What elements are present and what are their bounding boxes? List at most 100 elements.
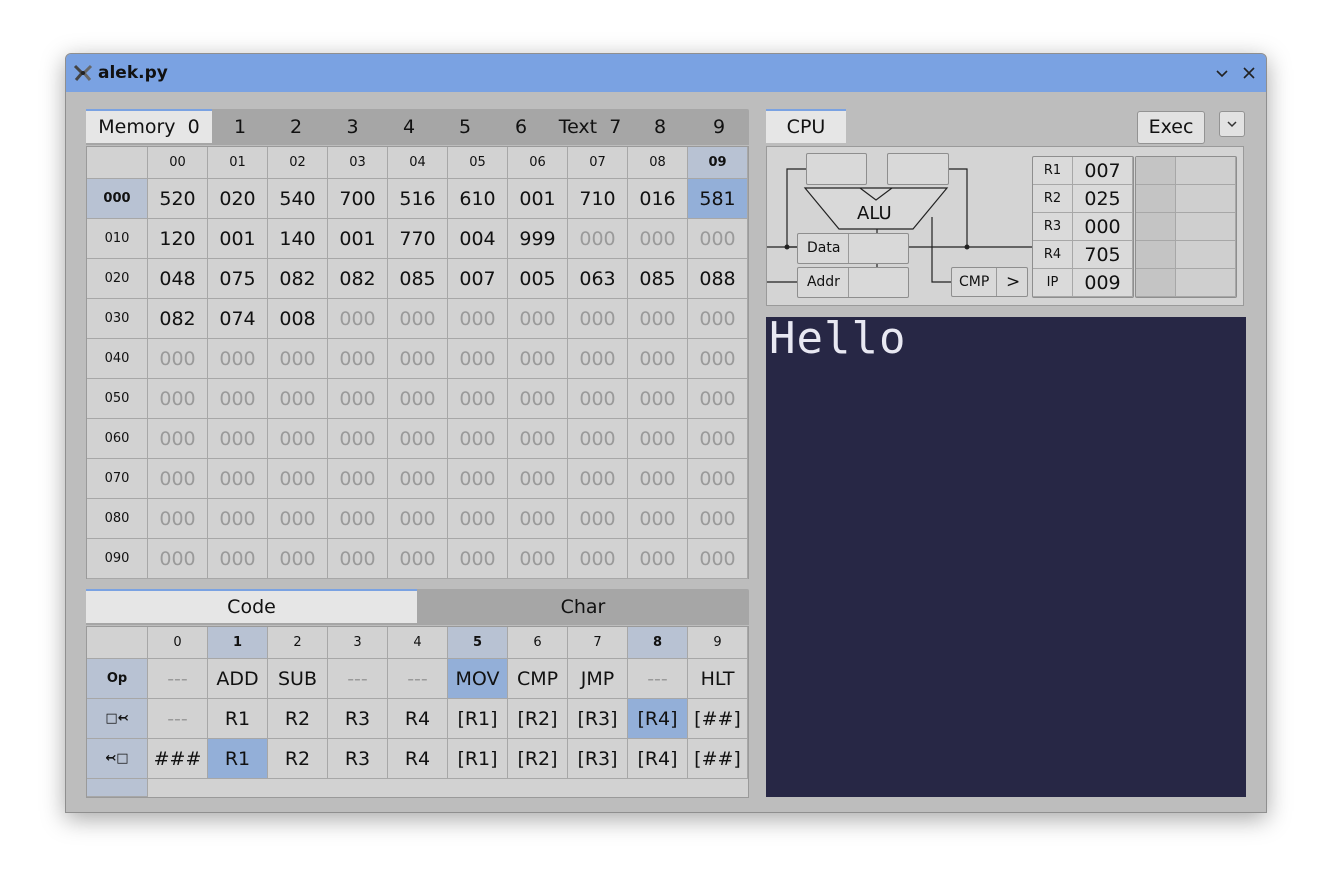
memory-cell[interactable]: 048 xyxy=(148,259,208,299)
memory-cell[interactable]: 000 xyxy=(448,419,508,459)
memory-cell[interactable]: 000 xyxy=(328,459,388,499)
close-icon[interactable] xyxy=(1239,63,1259,83)
memory-cell[interactable]: 075 xyxy=(208,259,268,299)
memory-cell[interactable]: 000 xyxy=(508,299,568,339)
memory-cell[interactable]: 000 xyxy=(688,459,748,499)
memory-cell[interactable]: 000 xyxy=(448,499,508,539)
code-cell[interactable]: R1 xyxy=(208,699,268,739)
memory-cell[interactable]: 000 xyxy=(148,499,208,539)
memory-cell[interactable]: 000 xyxy=(628,299,688,339)
code-cell[interactable]: --- xyxy=(148,659,208,699)
memory-cell[interactable]: 000 xyxy=(628,419,688,459)
memory-cell[interactable]: 000 xyxy=(628,379,688,419)
memory-cell[interactable]: 085 xyxy=(628,259,688,299)
tab-memory-1[interactable]: 1 xyxy=(212,109,268,143)
memory-cell[interactable]: 000 xyxy=(508,379,568,419)
code-cell[interactable]: SUB xyxy=(268,659,328,699)
memory-cell[interactable]: 000 xyxy=(148,459,208,499)
memory-cell[interactable]: 520 xyxy=(148,179,208,219)
memory-cell[interactable]: 001 xyxy=(328,219,388,259)
memory-cell[interactable]: 000 xyxy=(148,339,208,379)
memory-cell[interactable]: 000 xyxy=(388,299,448,339)
memory-cell[interactable]: 516 xyxy=(388,179,448,219)
memory-cell[interactable]: 000 xyxy=(448,379,508,419)
memory-cell[interactable]: 000 xyxy=(568,539,628,579)
memory-cell[interactable]: 000 xyxy=(388,339,448,379)
code-cell[interactable]: R2 xyxy=(268,739,328,779)
code-cell[interactable]: ADD xyxy=(208,659,268,699)
memory-cell[interactable]: 000 xyxy=(268,499,328,539)
code-cell[interactable]: [##] xyxy=(688,699,748,739)
memory-cell[interactable]: 000 xyxy=(628,459,688,499)
memory-cell[interactable]: 000 xyxy=(328,499,388,539)
memory-cell[interactable]: 999 xyxy=(508,219,568,259)
memory-cell[interactable]: 000 xyxy=(628,339,688,379)
exec-dropdown-button[interactable] xyxy=(1219,111,1245,137)
code-cell[interactable]: [R3] xyxy=(568,739,628,779)
memory-cell[interactable]: 000 xyxy=(268,539,328,579)
memory-cell[interactable]: 082 xyxy=(148,299,208,339)
code-cell[interactable]: [R2] xyxy=(508,739,568,779)
memory-cell[interactable]: 000 xyxy=(568,459,628,499)
code-cell[interactable]: --- xyxy=(148,699,208,739)
code-cell[interactable]: [R2] xyxy=(508,699,568,739)
code-cell[interactable]: R3 xyxy=(328,699,388,739)
tab-memory-5[interactable]: 5 xyxy=(437,109,493,143)
code-cell[interactable]: --- xyxy=(628,659,688,699)
code-cell[interactable]: JMP xyxy=(568,659,628,699)
memory-cell[interactable]: 008 xyxy=(268,299,328,339)
code-cell[interactable]: [##] xyxy=(688,739,748,779)
memory-cell[interactable]: 000 xyxy=(448,299,508,339)
register-value[interactable]: 025 xyxy=(1073,185,1133,213)
memory-cell[interactable]: 000 xyxy=(448,539,508,579)
memory-cell[interactable]: 000 xyxy=(688,419,748,459)
code-cell[interactable]: R3 xyxy=(328,739,388,779)
memory-cell[interactable]: 000 xyxy=(208,499,268,539)
memory-cell[interactable]: 000 xyxy=(208,339,268,379)
memory-cell[interactable]: 088 xyxy=(688,259,748,299)
memory-cell[interactable]: 000 xyxy=(568,499,628,539)
memory-cell[interactable]: 000 xyxy=(268,339,328,379)
memory-cell[interactable]: 020 xyxy=(208,179,268,219)
memory-cell[interactable]: 000 xyxy=(688,379,748,419)
memory-cell[interactable]: 000 xyxy=(628,219,688,259)
code-cell[interactable]: [R3] xyxy=(568,699,628,739)
memory-cell[interactable]: 000 xyxy=(328,539,388,579)
memory-cell[interactable]: 000 xyxy=(568,419,628,459)
register-value[interactable]: 007 xyxy=(1073,157,1133,185)
memory-cell[interactable]: 000 xyxy=(328,379,388,419)
memory-cell[interactable]: 000 xyxy=(388,499,448,539)
exec-button[interactable]: Exec xyxy=(1137,111,1205,144)
code-cell[interactable]: [R1] xyxy=(448,739,508,779)
code-cell[interactable]: MOV xyxy=(448,659,508,699)
minimize-icon[interactable] xyxy=(1212,63,1232,83)
memory-cell[interactable]: 000 xyxy=(268,419,328,459)
code-cell[interactable]: R2 xyxy=(268,699,328,739)
memory-cell[interactable]: 000 xyxy=(448,459,508,499)
memory-cell[interactable]: 000 xyxy=(688,539,748,579)
register-value[interactable]: 009 xyxy=(1073,269,1133,297)
tab-memory-2[interactable]: 2 xyxy=(268,109,324,143)
memory-cell[interactable]: 000 xyxy=(268,459,328,499)
register-value[interactable]: 705 xyxy=(1073,241,1133,269)
code-cell[interactable]: R4 xyxy=(388,739,448,779)
memory-cell[interactable]: 000 xyxy=(208,459,268,499)
register-value[interactable]: 000 xyxy=(1073,213,1133,241)
memory-cell[interactable]: 581 xyxy=(688,179,748,219)
memory-cell[interactable]: 001 xyxy=(508,179,568,219)
memory-cell[interactable]: 000 xyxy=(328,419,388,459)
code-cell[interactable]: --- xyxy=(388,659,448,699)
memory-cell[interactable]: 000 xyxy=(688,299,748,339)
memory-cell[interactable]: 700 xyxy=(328,179,388,219)
tab-memory-4[interactable]: 4 xyxy=(381,109,437,143)
code-cell[interactable]: R4 xyxy=(388,699,448,739)
memory-cell[interactable]: 710 xyxy=(568,179,628,219)
memory-cell[interactable]: 000 xyxy=(328,299,388,339)
code-cell[interactable]: ### xyxy=(148,739,208,779)
memory-cell[interactable]: 005 xyxy=(508,259,568,299)
code-cell[interactable]: CMP xyxy=(508,659,568,699)
memory-cell[interactable]: 000 xyxy=(268,379,328,419)
memory-cell[interactable]: 074 xyxy=(208,299,268,339)
memory-cell[interactable]: 000 xyxy=(148,379,208,419)
tab-memory-9[interactable]: 9 xyxy=(689,109,749,143)
